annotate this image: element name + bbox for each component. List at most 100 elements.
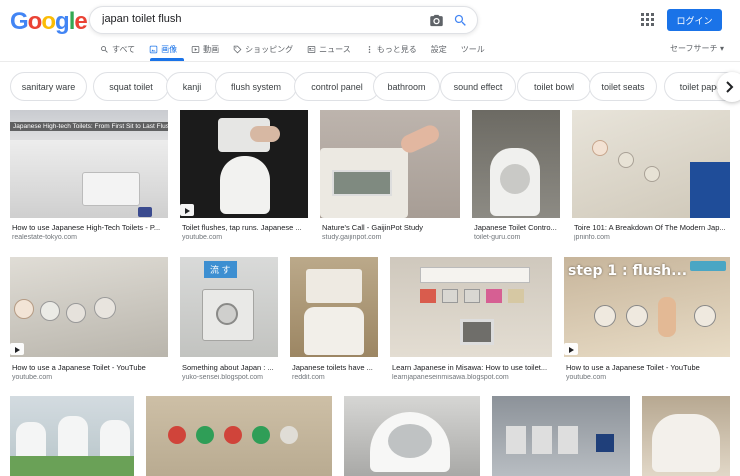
result-thumbnail[interactable] [492,396,630,476]
chip[interactable]: toilet bowl [517,72,591,101]
google-logo[interactable]: G o o g l e [10,8,88,36]
result-source[interactable]: jpninfo.com [574,234,730,241]
tab-label: 動画 [203,44,220,54]
image-result[interactable]: step 1 : flush... How to use a Japanese … [564,257,730,385]
result-thumbnail[interactable]: 流 す [180,257,278,357]
tab-label: ツール [460,44,485,54]
image-result[interactable] [146,396,332,476]
image-result[interactable]: Toilet flushes, tap runs. Japanese ... y… [180,110,308,245]
result-thumbnail[interactable] [390,257,552,357]
play-icon [564,343,578,355]
tab-label: すべて [112,44,136,54]
chevron-right-icon [726,81,734,93]
image-result[interactable]: How to use a Japanese Toilet - YouTube y… [10,257,168,385]
result-thumbnail[interactable] [10,257,168,357]
camera-icon[interactable] [429,13,444,28]
chip[interactable]: sound effect [440,72,516,101]
result-thumbnail[interactable] [10,396,134,476]
tab-videos[interactable]: 動画 [191,42,219,56]
result-thumbnail[interactable] [146,396,332,476]
image-result[interactable]: Japanese toilets have ... reddit.com [290,257,378,385]
result-source[interactable]: reddit.com [292,374,378,381]
tab-label: ショッピング [245,44,294,54]
chips-next-button[interactable] [717,72,740,102]
image-result[interactable]: Japanese Toilet Contro... toilet-guru.co… [472,110,560,245]
flush-label: 流 す [204,261,237,278]
result-thumbnail[interactable] [290,257,378,357]
chip[interactable]: kanji [166,72,218,101]
result-caption[interactable]: How to use a Japanese Toilet - YouTube [566,363,730,372]
chip[interactable]: toilet seats [589,72,657,101]
result-caption[interactable]: Toire 101: A Breakdown Of The Modern Jap… [574,223,730,232]
tab-tools[interactable]: ツール [461,42,485,56]
tab-more[interactable]: もっと見る [365,42,417,56]
result-caption[interactable]: How to use a Japanese Toilet - YouTube [12,363,168,372]
video-icon [191,45,200,53]
image-result[interactable] [492,396,630,476]
logo-letter: o [27,8,43,35]
tab-label: もっと見る [376,44,417,54]
result-source[interactable]: youtube.com [182,234,308,241]
image-result[interactable]: Japanese High-tech Toilets: From First S… [10,110,168,245]
news-icon [307,45,316,53]
result-thumbnail[interactable] [344,396,480,476]
image-result[interactable]: 流 す Something about Japan : ... yuko-sen… [180,257,278,385]
thumbnail-overlay-text: step 1 : flush... [568,263,688,279]
chip[interactable]: flush system [215,72,297,101]
tab-settings[interactable]: 設定 [431,42,447,56]
safesearch-menu[interactable]: セーフサーチ ▾ [670,43,724,54]
result-thumbnail[interactable]: step 1 : flush... [564,257,730,357]
result-thumbnail[interactable] [320,110,460,218]
result-thumbnail[interactable] [572,110,730,218]
search-icon[interactable] [453,13,468,28]
tab-news[interactable]: ニュース [307,42,351,56]
header: G o o g l e ログイン すべて 画像 動画 ショッピング [0,0,740,62]
play-icon [180,204,194,216]
image-result[interactable] [344,396,480,476]
result-caption[interactable]: Something about Japan : ... [182,363,278,372]
result-thumbnail[interactable] [642,396,730,476]
login-button[interactable]: ログイン [667,9,722,31]
result-caption[interactable]: Learn Japanese in Misawa: How to use toi… [392,363,552,372]
result-source[interactable]: toilet-guru.com [474,234,560,241]
tab-images[interactable]: 画像 [149,42,177,56]
result-caption[interactable]: Toilet flushes, tap runs. Japanese ... [182,223,308,232]
image-result[interactable] [642,396,730,476]
image-result[interactable]: Nature's Call - GaijinPot Study study.ga… [320,110,460,245]
thumbnail-overlay-text: Japanese High-tech Toilets: From First S… [10,122,168,131]
result-source[interactable]: youtube.com [12,374,168,381]
tab-shopping[interactable]: ショッピング [233,42,293,56]
result-thumbnail[interactable]: Japanese High-tech Toilets: From First S… [10,110,168,218]
image-result[interactable]: Toire 101: A Breakdown Of The Modern Jap… [572,110,730,245]
chip[interactable]: squat toilet [93,72,169,101]
chip[interactable]: control panel [294,72,380,101]
apps-grid-icon[interactable] [641,13,654,26]
result-source[interactable]: youtube.com [566,374,730,381]
logo-letter: e [74,8,87,35]
result-source[interactable]: study.gaijinpot.com [322,234,460,241]
tab-label: 設定 [430,44,447,54]
result-thumbnail[interactable] [472,110,560,218]
result-caption[interactable]: Japanese Toilet Contro... [474,223,560,232]
play-icon [10,343,24,355]
result-thumbnail[interactable] [180,110,308,218]
result-caption[interactable]: Nature's Call - GaijinPot Study [322,223,460,232]
chip[interactable]: bathroom [373,72,440,101]
result-caption[interactable]: How to use Japanese High-Tech Toilets - … [12,223,166,232]
chip[interactable]: sanitary ware [10,72,87,101]
more-vert-icon [368,45,370,53]
result-source[interactable]: realestate-tokyo.com [12,234,166,241]
tab-all[interactable]: すべて [100,42,135,56]
image-result[interactable] [10,396,134,476]
image-result[interactable]: Learn Japanese in Misawa: How to use toi… [390,257,552,385]
tag-icon [233,45,242,53]
tab-label: 画像 [161,44,178,54]
result-source[interactable]: learnjapaneseinmisawa.blogspot.com [392,374,552,381]
related-searches-chips: sanitary ware squat toilet kanji flush s… [10,72,740,102]
tab-label: ニュース [319,44,351,54]
result-caption[interactable]: Japanese toilets have ... [292,363,378,372]
search-tabs: すべて 画像 動画 ショッピング ニュース もっと見る 設定 ツール [100,42,499,56]
search-input[interactable] [102,13,402,25]
header-divider [0,61,740,62]
result-source[interactable]: yuko-sensei.blogspot.com [182,374,278,381]
